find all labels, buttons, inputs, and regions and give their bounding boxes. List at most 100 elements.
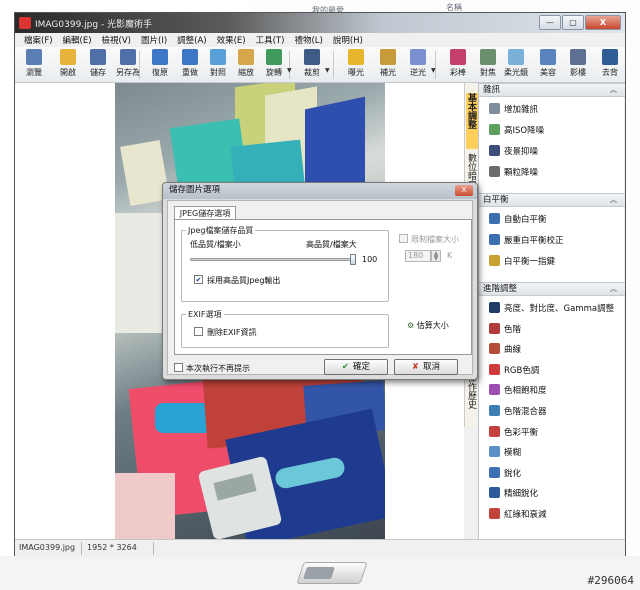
close-button[interactable]: X	[585, 15, 621, 30]
chevron-down-icon[interactable]: ▼	[431, 67, 436, 74]
limit-size-checkbox[interactable]	[399, 234, 408, 243]
tool-backlight-button[interactable]: 逆光	[401, 49, 435, 81]
panel-item-severe-wb[interactable]: 嚴重白平衡校正	[489, 234, 564, 248]
tool-undo-button[interactable]: 復原	[143, 49, 177, 81]
menu-item-1[interactable]: 編輯(E)	[58, 33, 97, 47]
tool-fill-light-button[interactable]: 補光	[371, 49, 405, 81]
panel-item-high-iso[interactable]: 高ISO降噪	[489, 124, 544, 138]
checkmark-icon: ✔	[341, 362, 350, 372]
tool-label: 影樓	[570, 68, 586, 77]
collapse-icon[interactable]: ︽	[610, 84, 617, 96]
limit-size-spinner[interactable]: ▲ ▼	[431, 250, 441, 262]
side-tab-2[interactable]: 操作歷史	[466, 373, 478, 425]
night-noise-icon	[489, 145, 500, 156]
tool-beauty-button[interactable]: 美容	[531, 49, 565, 81]
tool-color-wand-button[interactable]: 彩棒	[441, 49, 475, 81]
tab-jpeg-options[interactable]: JPEG儲存選項	[174, 206, 236, 220]
fine-sharpen-icon	[489, 487, 500, 499]
cancel-button[interactable]: ✘ 取消	[394, 359, 458, 375]
panel-section-title: 進階調整	[483, 284, 518, 294]
menu-item-6[interactable]: 工具(T)	[251, 33, 290, 47]
limit-size-unit: K	[447, 251, 453, 260]
menu-item-2[interactable]: 檢視(V)	[97, 33, 136, 47]
zoom-icon	[238, 49, 254, 65]
menu-item-4[interactable]: 調整(A)	[172, 33, 211, 47]
panel-item-label: 色階混合器	[504, 407, 547, 417]
panel-item-label: 模糊	[504, 448, 522, 459]
menu-item-7[interactable]: 禮物(L)	[289, 33, 327, 47]
panel-section-header[interactable]: 雜訊 ︽	[479, 83, 625, 97]
dialog-close-button[interactable]: X	[455, 185, 473, 196]
panel-item-label: 嚴重白平衡校正	[504, 236, 564, 246]
menu-bar: 檔案(F) 編輯(E) 檢視(V) 圖片(I) 調整(A) 效果(E) 工具(T) 禮物(L)…	[15, 33, 625, 47]
red-green-icon	[489, 508, 500, 519]
panel-item-hue-sat[interactable]: 色相飽和度	[489, 384, 547, 398]
panel-item-blur[interactable]: 模糊	[489, 446, 521, 460]
panel-item-sharpen[interactable]: 銳化	[489, 466, 521, 481]
chevron-down-icon[interactable]: ▼	[287, 67, 292, 74]
panel-item-color-balance[interactable]: 色彩平衡	[489, 425, 538, 440]
panel-item-label: 紅綠和衰減	[504, 510, 547, 520]
quality-value: 100	[362, 255, 378, 264]
maximize-button[interactable]: ▢	[562, 15, 584, 30]
tool-open-button[interactable]: 開啟	[51, 49, 85, 81]
panel-item-wb-one-click[interactable]: 白平衡一指鍵	[489, 255, 555, 269]
panel-item-fine-sharpen[interactable]: 精細銳化	[489, 487, 538, 501]
panel-section-header[interactable]: 進階調整 ︽	[479, 282, 625, 296]
menu-item-5[interactable]: 效果(E)	[212, 33, 251, 47]
panel-item-channel-mixer[interactable]: 色階混合器	[489, 405, 547, 419]
no-prompt-checkbox[interactable]	[174, 363, 183, 372]
window-controls: — ▢ X	[539, 15, 621, 30]
side-tab-0[interactable]: 基本調整	[466, 93, 478, 149]
compare-icon	[210, 49, 226, 65]
grain-noise-icon	[489, 166, 500, 177]
remove-bg-icon	[602, 49, 618, 65]
menu-item-3[interactable]: 圖片(I)	[136, 33, 172, 47]
ok-button[interactable]: ✔ 確定	[324, 359, 388, 375]
progressive-checkbox[interactable]: ✔	[194, 275, 203, 284]
focus-icon	[480, 49, 496, 65]
tool-studio-button[interactable]: 影樓	[561, 49, 595, 81]
menu-item-8[interactable]: 說明(H)	[328, 33, 368, 47]
panel-item-brightness[interactable]: 亮度、對比度、Gamma調整	[489, 302, 614, 316]
estimate-size-label: 估算大小	[416, 321, 449, 330]
estimate-icon: ⚙	[407, 321, 415, 330]
redo-icon	[182, 49, 198, 65]
exposure-icon	[348, 49, 364, 65]
adjust-panel: 雜訊 ︽ 增加雜訊高ISO降噪 夜景抑噪顆粒降噪白平衡 ︽ 自動白平衡嚴重白平衡校正白平衡…	[478, 83, 625, 539]
panel-item-red-green[interactable]: 紅綠和衰減	[489, 508, 547, 522]
tool-crop-button[interactable]: 裁剪	[295, 49, 329, 81]
chevron-down-icon[interactable]: ▼	[325, 67, 330, 74]
jpeg-options-pane: Jpeg檔案儲存品質 低品質/檔案小 高品質/檔案大 100 ✔ 採用高品質Jp…	[174, 219, 472, 355]
minimize-button[interactable]: —	[539, 15, 561, 30]
collapse-icon[interactable]: ︽	[610, 194, 617, 206]
dialog-title-bar[interactable]: 儲存圖片選項 X	[163, 183, 477, 199]
title-bar[interactable]: IMAG0399.jpg - 光影魔術手 — ▢ X	[15, 13, 625, 33]
tool-browse-button[interactable]: 瀏覽	[17, 49, 51, 81]
limit-size-input[interactable]: 180	[405, 250, 431, 262]
remove-exif-checkbox[interactable]	[194, 327, 203, 336]
collapse-icon[interactable]: ︽	[610, 283, 617, 295]
quality-slider-thumb[interactable]	[350, 254, 356, 265]
quality-slider-track[interactable]	[190, 258, 354, 261]
panel-item-curves[interactable]: 曲線	[489, 343, 521, 357]
dialog-body: JPEG儲存選項 Jpeg檔案儲存品質 低品質/檔案小 高品質/檔案大 100 …	[167, 200, 473, 375]
panel-item-auto-wb[interactable]: 自動白平衡	[489, 213, 547, 227]
tool-save-button[interactable]: 儲存	[81, 49, 115, 81]
status-bar: IMAG0399.jpg 1952 * 3264	[15, 539, 625, 557]
panel-item-night-noise[interactable]: 夜景抑噪	[489, 145, 538, 159]
tool-remove-bg-button[interactable]: 去背	[593, 49, 627, 81]
progressive-label: 採用高品質Jpeg輸出	[207, 276, 281, 285]
panel-item-add-noise[interactable]: 增加雜訊	[489, 103, 538, 117]
panel-item-levels[interactable]: 色階	[489, 322, 521, 337]
status-filename: IMAG0399.jpg	[19, 543, 76, 552]
panel-item-grain-noise[interactable]: 顆粒降噪	[489, 166, 538, 180]
high-quality-label: 高品質/檔案大	[306, 240, 357, 249]
tool-soft-light-button[interactable]: 柔光鏡	[499, 49, 533, 81]
tool-rotate-button[interactable]: 旋轉	[257, 49, 291, 81]
menu-item-0[interactable]: 檔案(F)	[19, 33, 58, 47]
estimate-size-button[interactable]: ⚙ 估算大小	[407, 320, 449, 331]
panel-item-rgb[interactable]: RGB色調	[489, 363, 539, 378]
tool-exposure-button[interactable]: 曝光	[339, 49, 373, 81]
panel-section-header[interactable]: 白平衡 ︽	[479, 193, 625, 207]
